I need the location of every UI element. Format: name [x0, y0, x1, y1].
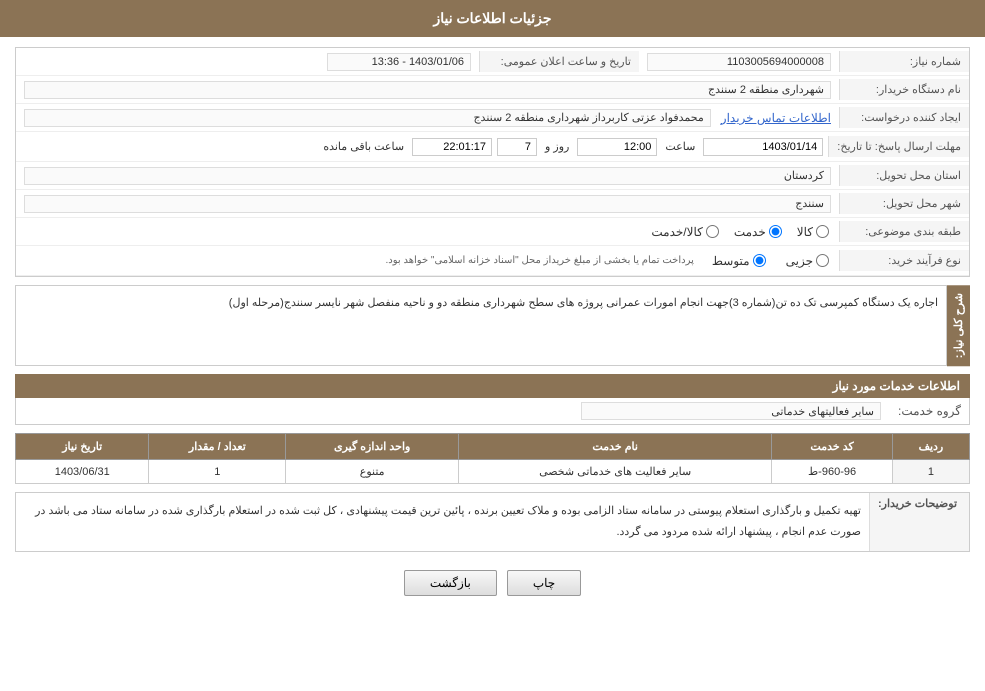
deadline-days-label: روز و [542, 140, 572, 153]
announce-date-input [327, 53, 471, 71]
need-desc-section: شرح کلی نیاز: اجاره یک دستگاه کمپرسی تک … [15, 285, 970, 366]
col-header-name: نام خدمت [459, 434, 772, 460]
table-header-row: ردیف کد خدمت نام خدمت واحد اندازه گیری ت… [16, 434, 970, 460]
proc-jozi-label: جزیی [786, 254, 813, 268]
row-subject: طبقه بندی موضوعی: کالا خدمت کالا/خدمت [16, 218, 969, 246]
proc-radio-motavasset[interactable]: متوسط [712, 254, 766, 268]
subject-radio-khedmat-input[interactable] [769, 225, 782, 238]
row-city: شهر محل تحویل: [16, 190, 969, 218]
service-group-label: گروه خدمت: [881, 404, 961, 418]
row-deadline: مهلت ارسال پاسخ: تا تاریخ: ساعت روز و سا… [16, 132, 969, 162]
buyer-org-value [16, 77, 839, 103]
print-button[interactable]: چاپ [507, 570, 581, 596]
announce-date-label: تاریخ و ساعت اعلان عمومی: [479, 51, 639, 72]
buyer-org-input [24, 81, 831, 99]
creator-label: ایجاد کننده درخواست: [839, 107, 969, 128]
subject-label: طبقه بندی موضوعی: [839, 221, 969, 242]
table-cell: 960-96-ط [772, 460, 893, 484]
back-button[interactable]: بازگشت [404, 570, 497, 596]
province-label: استان محل تحویل: [839, 165, 969, 186]
subject-khedmat-label: خدمت [734, 225, 766, 239]
services-info-section: اطلاعات خدمات مورد نیاز گروه خدمت: [15, 374, 970, 425]
subject-radio-kala-input[interactable] [816, 225, 829, 238]
need-number-label: شماره نیاز: [839, 51, 969, 72]
province-value [16, 163, 839, 189]
city-label: شهر محل تحویل: [839, 193, 969, 214]
subject-radio-kala-khedmat[interactable]: کالا/خدمت [651, 225, 718, 239]
page-header: جزئیات اطلاعات نیاز [0, 0, 985, 37]
need-desc-value: اجاره یک دستگاه کمپرسی تک ده تن(شماره 3)… [15, 285, 947, 366]
city-value [16, 191, 839, 217]
service-group-row: گروه خدمت: [15, 398, 970, 425]
deadline-time-label: ساعت [662, 140, 698, 153]
creator-input [24, 109, 711, 127]
deadline-days-input [497, 138, 537, 156]
proc-type-label: نوع فرآیند خرید: [839, 250, 969, 271]
subject-radio-kala[interactable]: کالا [797, 225, 829, 239]
row-buyer-org: نام دستگاه خریدار: [16, 76, 969, 104]
province-input [24, 167, 831, 185]
main-info-section: شماره نیاز: تاریخ و ساعت اعلان عمومی: نا… [15, 47, 970, 277]
buyer-org-label: نام دستگاه خریدار: [839, 79, 969, 100]
table-row: 1960-96-طسایر فعالیت های خدماتی شخصیمتنو… [16, 460, 970, 484]
subject-radio-khedmat[interactable]: خدمت [734, 225, 782, 239]
proc-motavasset-label: متوسط [712, 254, 750, 268]
buyer-notes-value: تهیه تکمیل و بارگذاری استعلام پیوستی در … [16, 493, 869, 551]
proc-radios: جزیی متوسط [702, 254, 839, 268]
col-header-date: تاریخ نیاز [16, 434, 149, 460]
page-title: جزئیات اطلاعات نیاز [433, 10, 551, 26]
need-desc-label: شرح کلی نیاز: [947, 285, 970, 366]
need-number-input [647, 53, 831, 71]
proc-radio-jozi[interactable]: جزیی [786, 254, 829, 268]
col-header-qty: تعداد / مقدار [149, 434, 286, 460]
row-need-number: شماره نیاز: تاریخ و ساعت اعلان عمومی: [16, 48, 969, 76]
row-proc-type: نوع فرآیند خرید: جزیی متوسط پرداخت تمام … [16, 246, 969, 276]
col-header-code: کد خدمت [772, 434, 893, 460]
deadline-time-input [577, 138, 657, 156]
notes-inner: توضیحات خریدار: تهیه تکمیل و بارگذاری اس… [16, 493, 969, 551]
table-cell: 1403/06/31 [16, 460, 149, 484]
service-group-input [581, 402, 881, 420]
creator-value: اطلاعات تماس خریدار [16, 105, 839, 131]
subject-radio-kala-khedmat-input[interactable] [706, 225, 719, 238]
deadline-remaining-label: ساعت باقی مانده [320, 140, 407, 153]
row-creator: ایجاد کننده درخواست: اطلاعات تماس خریدار [16, 104, 969, 132]
table-cell: 1 [892, 460, 969, 484]
proc-radio-motavasset-input[interactable] [753, 254, 766, 267]
subject-radios: کالا خدمت کالا/خدمت [641, 225, 839, 239]
city-input [24, 195, 831, 213]
col-header-unit: واحد اندازه گیری [286, 434, 459, 460]
subject-kala-khedmat-label: کالا/خدمت [651, 225, 702, 239]
table-cell: متنوع [286, 460, 459, 484]
need-number-value [639, 49, 839, 75]
announce-date-value [319, 49, 479, 75]
deadline-remaining-input [412, 138, 492, 156]
proc-radio-jozi-input[interactable] [816, 254, 829, 267]
col-header-rownum: ردیف [892, 434, 969, 460]
table-cell: سایر فعالیت های خدماتی شخصی [459, 460, 772, 484]
deadline-label: مهلت ارسال پاسخ: تا تاریخ: [828, 136, 969, 157]
buttons-row: چاپ بازگشت [15, 560, 970, 606]
services-info-header: اطلاعات خدمات مورد نیاز [15, 374, 970, 398]
page-wrapper: جزئیات اطلاعات نیاز شماره نیاز: تاریخ و … [0, 0, 985, 691]
proc-note: پرداخت تمام یا بخشی از مبلغ خریداز محل "… [378, 255, 702, 266]
creator-contact-link[interactable]: اطلاعات تماس خریدار [721, 111, 831, 125]
row-province: استان محل تحویل: [16, 162, 969, 190]
table-cell: 1 [149, 460, 286, 484]
buyer-notes-section: توضیحات خریدار: تهیه تکمیل و بارگذاری اس… [15, 492, 970, 552]
content-area: شماره نیاز: تاریخ و ساعت اعلان عمومی: نا… [0, 37, 985, 616]
buyer-notes-label: توضیحات خریدار: [869, 493, 969, 551]
subject-kala-label: کالا [797, 225, 813, 239]
services-table: ردیف کد خدمت نام خدمت واحد اندازه گیری ت… [15, 433, 970, 484]
deadline-date-input [703, 138, 823, 156]
